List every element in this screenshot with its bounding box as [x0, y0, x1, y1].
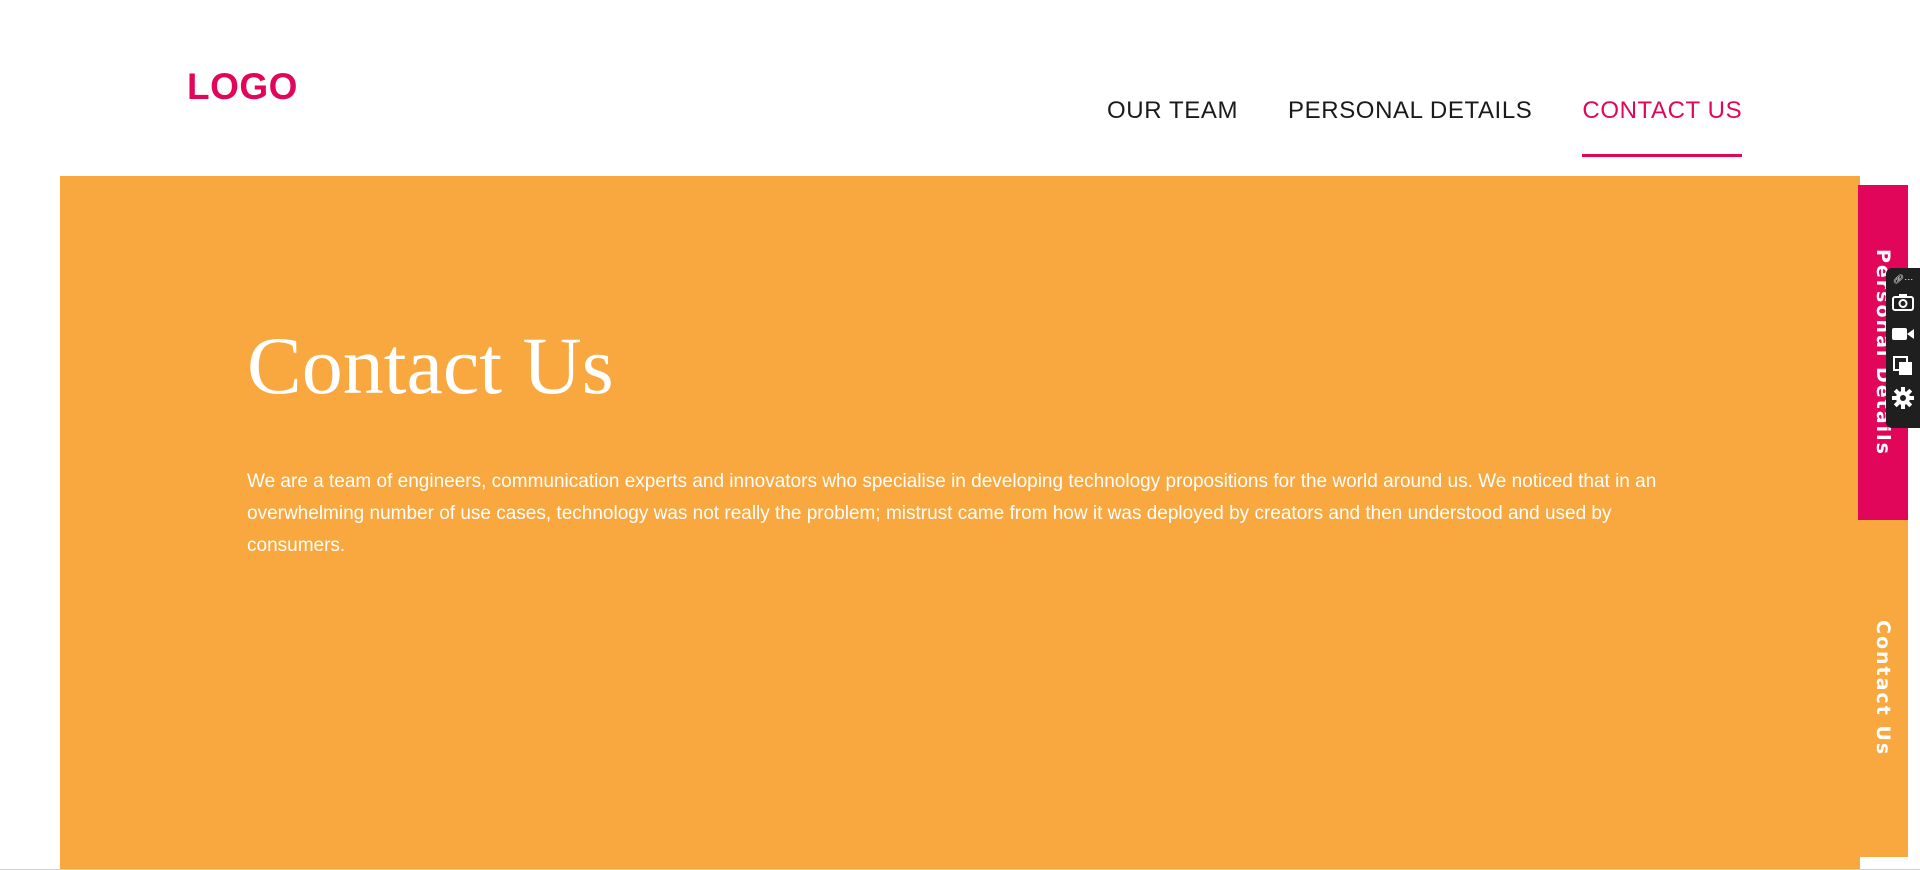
copy-icon	[1893, 356, 1912, 375]
side-tab-label: Contact Us	[1872, 620, 1894, 757]
camera-icon	[1892, 294, 1914, 311]
toolbar-header: 🔗︎ ⋯	[1888, 272, 1918, 286]
link-icon[interactable]: 🔗︎	[1893, 274, 1904, 285]
gear-icon	[1892, 387, 1914, 409]
more-icon[interactable]: ⋯	[1904, 274, 1913, 285]
nav-item-personal-details[interactable]: PERSONAL DETAILS	[1288, 93, 1532, 129]
hero-section: Contact Us We are a team of engineers, c…	[60, 176, 1860, 869]
screenshot-button[interactable]	[1888, 286, 1918, 318]
side-tab-contact-us[interactable]: Contact Us	[1858, 520, 1908, 857]
nav-item-our-team[interactable]: OUR TEAM	[1107, 93, 1238, 129]
copy-button[interactable]	[1888, 350, 1918, 382]
record-button[interactable]	[1888, 318, 1918, 350]
hero-description: We are a team of engineers, communicatio…	[247, 471, 1657, 556]
active-nav-underline	[1582, 154, 1743, 157]
nav-item-contact-us[interactable]: CONTACT US	[1582, 93, 1743, 157]
site-header: LOGO OUR TEAM PERSONAL DETAILS CONTACT U…	[0, 0, 1920, 175]
main-nav: OUR TEAM PERSONAL DETAILS CONTACT US	[1107, 93, 1743, 157]
floating-toolbar: 🔗︎ ⋯	[1886, 268, 1920, 428]
nav-item-label: CONTACT US	[1582, 97, 1743, 124]
nav-item-label: OUR TEAM	[1107, 97, 1239, 124]
logo[interactable]: LOGO	[187, 63, 298, 111]
page: LOGO OUR TEAM PERSONAL DETAILS CONTACT U…	[0, 0, 1920, 870]
settings-button[interactable]	[1888, 382, 1918, 414]
video-icon	[1892, 328, 1914, 340]
nav-item-label: PERSONAL DETAILS	[1288, 97, 1533, 124]
page-title: Contact Us	[247, 320, 614, 411]
